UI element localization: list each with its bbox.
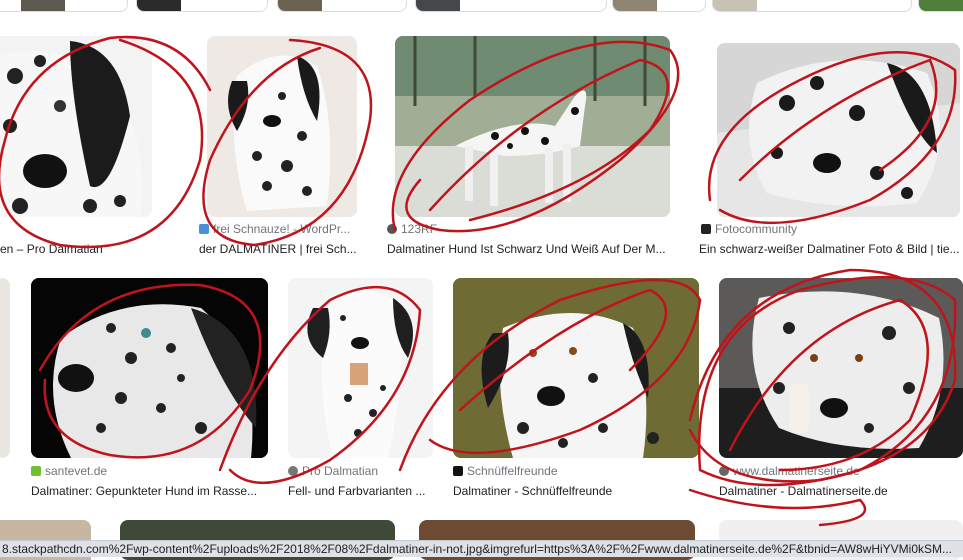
source-label: www.dalmatinerseite.de <box>733 464 860 478</box>
result-source[interactable]: Fotocommunity <box>701 222 901 236</box>
result-image[interactable] <box>717 43 960 217</box>
dalmatian-puppy-image <box>207 36 357 217</box>
result-title[interactable]: Dalmatiner Hund Ist Schwarz Und Weiß Auf… <box>387 242 677 256</box>
result-title[interactable]: Dalmatiner: Gepunkteter Hund im Rasse... <box>31 484 271 498</box>
site-favicon-icon <box>199 224 209 234</box>
result-image[interactable] <box>288 278 433 458</box>
result-image[interactable] <box>207 36 357 217</box>
result-image[interactable] <box>31 278 268 458</box>
result-title[interactable]: Ein schwarz-weißer Dalmatiner Foto & Bil… <box>699 242 961 256</box>
result-source[interactable]: 123RF <box>387 222 587 236</box>
result-title[interactable]: Dalmatiner - Schnüffelfreunde <box>453 484 693 498</box>
dalmatian-in-snow-image <box>395 36 670 217</box>
source-label: Fotocommunity <box>715 222 798 236</box>
result-image[interactable] <box>0 36 152 217</box>
result-title[interactable]: Fell- und Farbvarianten ... <box>288 484 428 498</box>
result-source[interactable]: Pro Dalmatian <box>288 464 438 478</box>
result-image[interactable] <box>453 278 699 458</box>
site-favicon-icon <box>288 466 298 476</box>
result-source[interactable]: Schnüffelfreunde <box>453 464 613 478</box>
source-label: Schnüffelfreunde <box>467 464 558 478</box>
result-title[interactable]: der DALMATINER | frei Sch... <box>199 242 359 256</box>
link-status-bar: 8.stackpathcdn.com%2Fwp-content%2Fupload… <box>0 540 963 557</box>
related-chip[interactable] <box>277 0 407 12</box>
source-label: Pro Dalmatian <box>302 464 379 478</box>
result-title[interactable]: en – Pro Dalmatian <box>0 242 140 256</box>
result-image[interactable] <box>0 278 10 458</box>
source-label: frei Schnauze! - WordPr... <box>213 222 351 236</box>
related-chip[interactable] <box>415 0 607 12</box>
related-search-chips <box>0 0 963 12</box>
dalmatian-lying-image <box>717 43 960 217</box>
related-chip[interactable] <box>918 0 963 12</box>
result-source[interactable]: santevet.de <box>31 464 191 478</box>
result-image[interactable] <box>719 278 963 458</box>
source-label: 123RF <box>401 222 438 236</box>
dalmatian-color-variant-image <box>288 278 433 458</box>
result-source[interactable]: frei Schnauze! - WordPr... <box>199 222 359 236</box>
source-label: santevet.de <box>45 464 108 478</box>
site-favicon-icon <box>719 466 729 476</box>
dalmatian-portrait-image <box>31 278 268 458</box>
related-chip[interactable] <box>712 0 912 12</box>
dalmatian-head-image <box>0 36 152 217</box>
site-favicon-icon <box>701 224 711 234</box>
site-favicon-icon <box>387 224 397 234</box>
dalmatian-bed-image <box>719 278 963 458</box>
site-favicon-icon <box>31 466 41 476</box>
related-chip[interactable] <box>136 0 268 12</box>
dalmatian-outdoor-image <box>453 278 699 458</box>
result-source[interactable]: www.dalmatinerseite.de <box>719 464 919 478</box>
related-chip[interactable] <box>0 0 128 12</box>
related-chip[interactable] <box>612 0 706 12</box>
site-favicon-icon <box>453 466 463 476</box>
result-title[interactable]: Dalmatiner - Dalmatinerseite.de <box>719 484 959 498</box>
result-image[interactable] <box>395 36 670 217</box>
